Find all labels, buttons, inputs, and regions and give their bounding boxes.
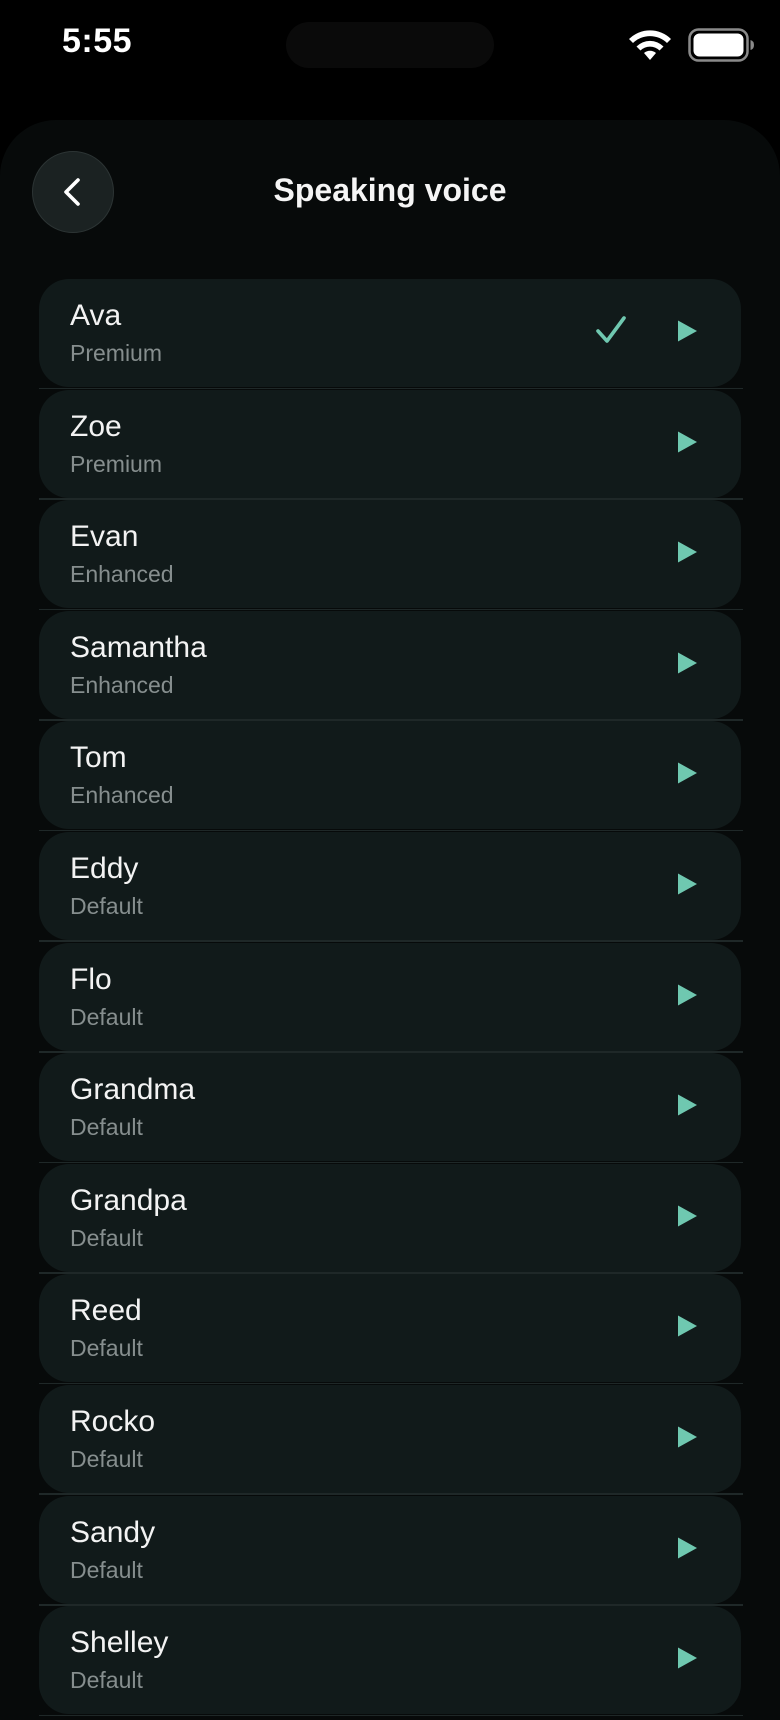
voice-tier: Default bbox=[70, 1667, 143, 1694]
voice-name: Ava bbox=[70, 299, 122, 332]
play-button[interactable] bbox=[665, 420, 709, 464]
voice-tier: Enhanced bbox=[70, 561, 174, 588]
voice-row-shelley[interactable]: Shelley Default bbox=[39, 1606, 743, 1717]
voice-settings-sheet: Speaking voice Ava Premium Zoe Premium E… bbox=[0, 120, 780, 1720]
voice-name: Evan bbox=[70, 520, 139, 554]
play-button[interactable] bbox=[665, 1636, 709, 1680]
voice-row-ava[interactable]: Ava Premium bbox=[39, 279, 743, 389]
play-icon bbox=[678, 873, 697, 895]
play-button[interactable] bbox=[665, 1083, 709, 1127]
wifi-icon bbox=[629, 30, 671, 60]
play-icon bbox=[678, 320, 697, 342]
checkmark-icon bbox=[596, 316, 626, 343]
dynamic-island bbox=[286, 22, 494, 68]
play-button[interactable] bbox=[665, 1194, 709, 1238]
play-icon bbox=[678, 1205, 697, 1227]
voice-row-evan[interactable]: Evan Enhanced bbox=[39, 500, 743, 611]
play-button[interactable] bbox=[665, 862, 709, 906]
voice-row-samantha[interactable]: Samantha Enhanced bbox=[39, 610, 743, 721]
voice-tier: Default bbox=[70, 1003, 143, 1030]
play-icon bbox=[678, 652, 697, 674]
voice-tier: Enhanced bbox=[70, 782, 174, 809]
voice-name: Eddy bbox=[70, 851, 139, 885]
voice-row-rocko[interactable]: Rocko Default bbox=[39, 1384, 743, 1495]
play-icon bbox=[678, 1537, 697, 1559]
play-button[interactable] bbox=[665, 530, 709, 574]
status-time: 5:55 bbox=[62, 22, 133, 60]
voice-name: Zoe bbox=[70, 409, 122, 443]
voice-name: Shelley bbox=[70, 1626, 169, 1660]
play-icon bbox=[678, 1094, 697, 1116]
play-icon bbox=[678, 1315, 697, 1337]
voice-tier: Default bbox=[70, 892, 143, 919]
play-icon bbox=[678, 541, 697, 563]
play-icon bbox=[678, 984, 697, 1006]
play-button[interactable] bbox=[665, 751, 709, 795]
voice-row-tom[interactable]: Tom Enhanced bbox=[39, 721, 743, 832]
voice-row-reed[interactable]: Reed Default bbox=[39, 1274, 743, 1385]
play-button[interactable] bbox=[665, 641, 709, 685]
voice-row-grandpa[interactable]: Grandpa Default bbox=[39, 1163, 743, 1274]
voice-name: Grandpa bbox=[70, 1183, 187, 1217]
voice-tier: Premium bbox=[70, 450, 163, 477]
play-icon bbox=[678, 1647, 697, 1669]
voice-row-eddy[interactable]: Eddy Default bbox=[39, 831, 743, 942]
play-button[interactable] bbox=[665, 973, 709, 1017]
battery-icon bbox=[688, 28, 754, 62]
voice-row-zoe[interactable]: Zoe Premium bbox=[39, 389, 743, 500]
voice-tier: Default bbox=[70, 1114, 143, 1141]
voice-name: Tom bbox=[70, 741, 127, 775]
voice-name: Grandma bbox=[70, 1073, 196, 1107]
voice-name: Reed bbox=[70, 1294, 142, 1328]
voice-list: Ava Premium Zoe Premium Evan Enhanced Sa… bbox=[39, 279, 743, 1717]
play-icon bbox=[678, 1426, 697, 1448]
voice-tier: Premium bbox=[70, 340, 163, 366]
play-button[interactable] bbox=[665, 1526, 709, 1570]
voice-name: Samantha bbox=[70, 630, 207, 664]
voice-tier: Default bbox=[70, 1224, 143, 1251]
page-title: Speaking voice bbox=[273, 172, 507, 208]
voice-name: Rocko bbox=[70, 1404, 156, 1438]
voice-tier: Default bbox=[70, 1556, 143, 1583]
status-bar: 5:55 bbox=[0, 0, 780, 100]
voice-tier: Default bbox=[70, 1335, 143, 1362]
voice-tier: Enhanced bbox=[70, 671, 174, 698]
voice-tier: Default bbox=[70, 1445, 143, 1472]
voice-row-sandy[interactable]: Sandy Default bbox=[39, 1495, 743, 1606]
play-button[interactable] bbox=[665, 1304, 709, 1348]
play-icon bbox=[678, 762, 697, 784]
voice-row-flo[interactable]: Flo Default bbox=[39, 942, 743, 1053]
voice-row-grandma[interactable]: Grandma Default bbox=[39, 1053, 743, 1164]
play-button[interactable] bbox=[665, 1415, 709, 1459]
voice-name: Sandy bbox=[70, 1515, 156, 1549]
play-icon bbox=[678, 431, 697, 453]
play-button[interactable] bbox=[665, 309, 709, 353]
voice-name: Flo bbox=[70, 962, 112, 996]
